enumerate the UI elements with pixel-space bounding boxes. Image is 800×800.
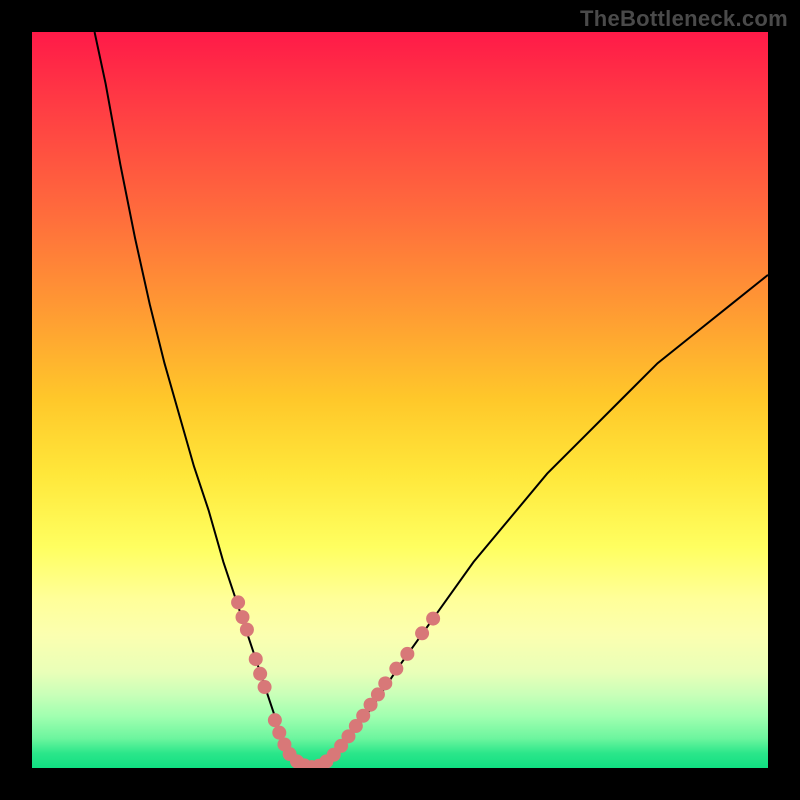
chart-marker — [415, 626, 429, 640]
chart-marker — [268, 713, 282, 727]
chart-marker — [249, 652, 263, 666]
watermark-text: TheBottleneck.com — [580, 6, 788, 32]
chart-marker — [236, 610, 250, 624]
chart-marker — [378, 676, 392, 690]
chart-marker — [253, 667, 267, 681]
chart-marker — [400, 647, 414, 661]
chart-frame: TheBottleneck.com — [0, 0, 800, 800]
chart-svg — [32, 32, 768, 768]
chart-marker — [426, 612, 440, 626]
chart-marker — [231, 595, 245, 609]
chart-marker — [240, 623, 254, 637]
chart-curve — [95, 32, 768, 768]
chart-plot-area — [32, 32, 768, 768]
chart-markers-group — [231, 595, 440, 768]
chart-marker — [389, 662, 403, 676]
chart-marker — [258, 680, 272, 694]
